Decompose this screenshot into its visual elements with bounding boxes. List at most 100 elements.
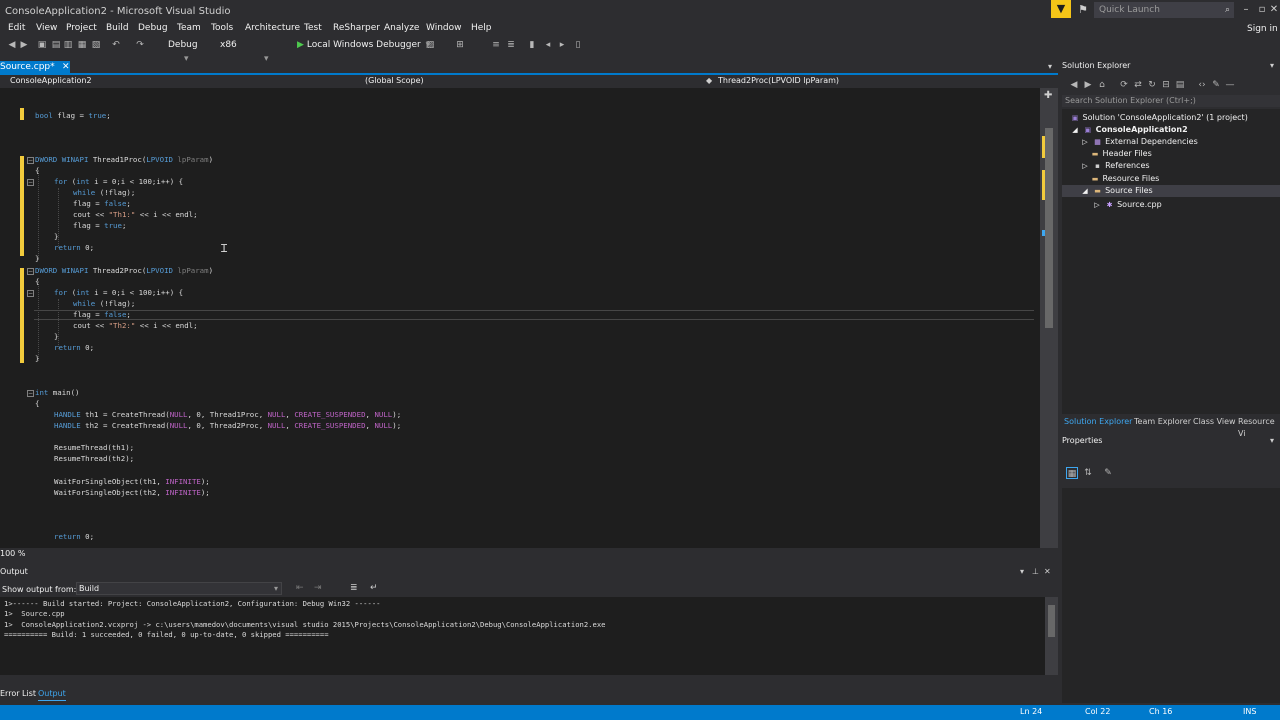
prev-bookmark-icon[interactable]: ◂ — [542, 39, 554, 51]
split-editor-icon[interactable]: ✚ — [1044, 90, 1052, 101]
back-icon[interactable]: ◀ — [6, 39, 18, 51]
menu-window[interactable]: Window — [426, 23, 462, 33]
save-icon[interactable]: ▦ — [76, 39, 88, 51]
editor-vertical-scrollbar[interactable]: ✚ — [1040, 88, 1058, 548]
tab-source-cpp[interactable]: Source.cpp* ✕ — [0, 61, 70, 73]
notification-flag-icon[interactable]: ⚑ — [1078, 3, 1088, 16]
sync-icon[interactable]: ⟳ — [1118, 79, 1130, 91]
menu-architecture[interactable]: Architecture — [245, 23, 300, 33]
menu-debug[interactable]: Debug — [138, 23, 168, 33]
panel-menu-icon[interactable]: ▾ — [1270, 436, 1274, 445]
collapse-icon[interactable]: − — [27, 179, 34, 186]
menu-edit[interactable]: Edit — [8, 23, 25, 33]
code-line: HANDLE th2 = CreateThread(NULL, 0, Threa… — [54, 421, 402, 430]
open-folder-icon[interactable]: ▥ — [62, 39, 74, 51]
tree-item-header-files[interactable]: ▬ Header Files — [1090, 148, 1152, 160]
output-scrollbar[interactable] — [1045, 597, 1058, 675]
scrollbar-thumb[interactable] — [1048, 605, 1055, 637]
find-next-icon[interactable]: ⇥ — [314, 583, 322, 593]
minimize-button[interactable]: – — [1238, 2, 1254, 18]
tab-class-view[interactable]: Class View — [1193, 416, 1236, 428]
solution-configuration-select[interactable]: Debug ▾ — [166, 38, 212, 64]
indent-icon[interactable]: ≡ — [490, 39, 502, 51]
code-line: flag = true; — [73, 221, 127, 230]
code-editor[interactable]: − − − − − bool flag = true; DWORD WINAPI… — [0, 88, 1040, 548]
clear-bookmarks-icon[interactable]: ▯ — [572, 39, 584, 51]
tab-output[interactable]: Output — [38, 688, 66, 701]
forward-icon[interactable]: ▶ — [1082, 79, 1094, 91]
tree-item-source-cpp[interactable]: ▷ ✱ Source.cpp — [1092, 199, 1161, 211]
menu-team[interactable]: Team — [177, 23, 201, 33]
menu-resharper[interactable]: ReSharper — [333, 23, 380, 33]
scope-dropdown[interactable]: (Global Scope) — [365, 75, 424, 87]
collapse-icon[interactable]: − — [27, 268, 34, 275]
tree-item-external-dependencies[interactable]: ▷ ▦ External Dependencies — [1080, 136, 1197, 148]
close-button[interactable]: ✕ — [1266, 2, 1280, 18]
solution-explorer-search-input[interactable]: Search Solution Explorer (Ctrl+;) — [1062, 95, 1280, 107]
bookmark-icon[interactable]: ▮ — [526, 39, 538, 51]
show-all-files-icon[interactable]: ▤ — [1174, 79, 1186, 91]
categorized-icon[interactable]: ▦ — [1066, 467, 1078, 479]
chevron-down-icon: ▾ — [425, 40, 431, 50]
property-pages-icon[interactable]: ✎ — [1102, 467, 1114, 479]
code-line: for (int i = 0;i < 100;i++) { — [54, 177, 184, 186]
tab-error-list[interactable]: Error List — [0, 688, 36, 700]
close-panel-icon[interactable]: ✕ — [1044, 567, 1051, 576]
menu-test[interactable]: Test — [304, 23, 322, 33]
outdent-icon[interactable]: ≣ — [505, 39, 517, 51]
save-all-icon[interactable]: ▧ — [90, 39, 102, 51]
collapse-all-icon[interactable]: ⊟ — [1160, 79, 1172, 91]
quick-launch-input[interactable]: Quick Launch ⌕ — [1094, 2, 1234, 18]
refresh-icon[interactable]: ↻ — [1146, 79, 1158, 91]
collapse-icon[interactable]: − — [27, 390, 34, 397]
new-project-icon[interactable]: ▣ — [36, 39, 48, 51]
properties-title: Properties — [1062, 436, 1103, 445]
word-wrap-icon[interactable]: ↵ — [370, 583, 378, 593]
preview-icon[interactable]: — — [1224, 79, 1236, 91]
clear-all-icon[interactable]: ≣ — [350, 583, 358, 593]
tree-item-references[interactable]: ▷ ▪ References — [1080, 160, 1149, 172]
menu-build[interactable]: Build — [106, 23, 129, 33]
sign-in-link[interactable]: Sign in — [1247, 24, 1278, 34]
next-bookmark-icon[interactable]: ▸ — [556, 39, 568, 51]
view-code-icon[interactable]: ‹› — [1196, 79, 1208, 91]
tab-overflow-chevron-icon[interactable]: ▾ — [1048, 62, 1052, 71]
scrollbar-thumb[interactable] — [1045, 128, 1053, 328]
pin-icon[interactable]: ⊥ — [1032, 567, 1039, 576]
project-dropdown[interactable]: ConsoleApplication2 — [10, 75, 92, 87]
collapse-icon[interactable]: − — [27, 290, 34, 297]
menu-view[interactable]: View — [36, 23, 57, 33]
pending-changes-icon[interactable]: ⇄ — [1132, 79, 1144, 91]
find-prev-icon[interactable]: ⇤ — [296, 583, 304, 593]
feedback-filter-icon[interactable]: ▼ — [1051, 0, 1071, 18]
menu-help[interactable]: Help — [471, 23, 492, 33]
home-icon[interactable]: ⌂ — [1096, 79, 1108, 91]
solution-platform-select[interactable]: x86 ▾ — [218, 38, 288, 64]
tab-team-explorer[interactable]: Team Explorer — [1134, 416, 1191, 428]
panel-menu-icon[interactable]: ▾ — [1270, 61, 1274, 70]
close-tab-icon[interactable]: ✕ — [62, 61, 70, 73]
output-source-select[interactable]: Build ▾ — [76, 582, 282, 595]
zoom-level[interactable]: 100 % — [0, 549, 25, 558]
tree-item-source-files[interactable]: ◢ ▬ Source Files — [1062, 185, 1280, 197]
start-debugging-button[interactable]: ▶ Local Windows Debugger ▾ — [297, 38, 430, 52]
menu-tools[interactable]: Tools — [211, 23, 233, 33]
open-file-icon[interactable]: ▤ — [50, 39, 62, 51]
back-icon[interactable]: ◀ — [1068, 79, 1080, 91]
alphabetical-icon[interactable]: ⇅ — [1082, 467, 1094, 479]
tree-item-project[interactable]: ◢ ▣ ConsoleApplication2 — [1070, 124, 1187, 136]
forward-icon[interactable]: ▶ — [18, 39, 30, 51]
properties-icon[interactable]: ✎ — [1210, 79, 1222, 91]
step-icon[interactable]: ⊞ — [454, 39, 466, 51]
redo-icon[interactable]: ↷ — [134, 39, 146, 51]
member-dropdown[interactable]: Thread2Proc(LPVOID lpParam) — [718, 75, 839, 87]
output-text-area[interactable]: 1>------ Build started: Project: Console… — [0, 597, 1045, 675]
menu-project[interactable]: Project — [66, 23, 97, 33]
tab-solution-explorer[interactable]: Solution Explorer — [1064, 416, 1132, 428]
collapse-icon[interactable]: − — [27, 157, 34, 164]
panel-menu-icon[interactable]: ▾ — [1020, 567, 1024, 576]
tree-item-solution[interactable]: ▣ Solution 'ConsoleApplication2' (1 proj… — [1070, 112, 1248, 124]
tree-item-resource-files[interactable]: ▬ Resource Files — [1090, 173, 1160, 185]
menu-analyze[interactable]: Analyze — [384, 23, 419, 33]
undo-icon[interactable]: ↶ — [110, 39, 122, 51]
